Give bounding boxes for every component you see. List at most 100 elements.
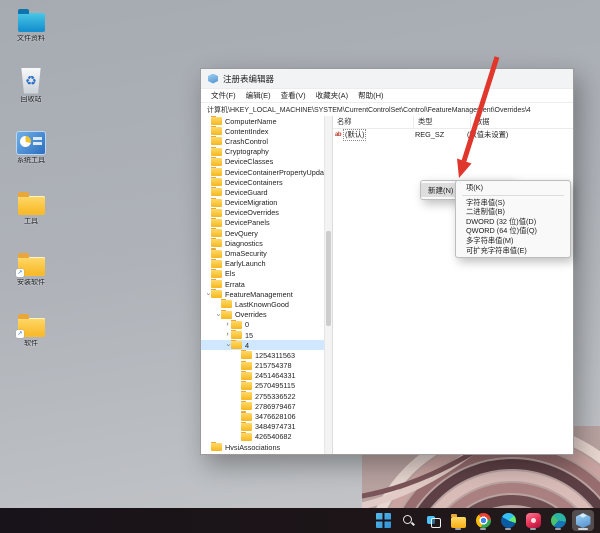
tree-node-DeviceClasses[interactable]: DeviceClasses [201, 157, 332, 167]
tree-node-Els[interactable]: Els [201, 269, 332, 279]
folder-icon [241, 423, 252, 431]
tree-node-label: Cryptography [225, 147, 269, 156]
folder-icon [211, 219, 222, 227]
tree-node-Overrides[interactable]: ›Overrides [201, 310, 332, 320]
tree-node-LastKnownGood[interactable]: LastKnownGood [201, 299, 332, 309]
tree-node-15[interactable]: ›15 [201, 330, 332, 340]
tree-node-DeviceMigration[interactable]: DeviceMigration [201, 198, 332, 208]
menubar-item-0[interactable]: 文件(F) [206, 89, 241, 102]
desktop-icon-tools-folder[interactable]: 工具 [4, 189, 58, 237]
submenu-item-2[interactable]: 二进制值(B) [456, 207, 570, 217]
window-titlebar[interactable]: 注册表编辑器 [201, 69, 573, 89]
tree-node-2786979467[interactable]: 2786979467 [201, 401, 332, 411]
desktop-icon-software-folder[interactable]: ↗安装软件 [4, 250, 58, 298]
submenu-item-5[interactable]: 多字符串值(M) [456, 236, 570, 246]
tree-scrollbar-thumb[interactable] [326, 231, 331, 326]
chevron-right-icon[interactable]: › [224, 320, 231, 330]
desktop-icons: 文件资料♻回收站系统工具工具↗安装软件↗软件 [4, 6, 58, 359]
desktop-icon-recycle-bin[interactable]: ♻回收站 [4, 67, 58, 115]
recycle-bin-icon: ♻ [20, 68, 42, 94]
tree-node-215754378[interactable]: 215754378 [201, 361, 332, 371]
value-name: (默认) [343, 129, 366, 141]
taskbar-file-explorer-button[interactable] [447, 510, 469, 531]
value-type: REG_SZ [411, 130, 463, 139]
desktop-icon-label: 工具 [24, 218, 38, 226]
submenu-item-6[interactable]: 可扩充字符串值(E) [456, 246, 570, 256]
tree-node-CrashControl[interactable]: CrashControl [201, 136, 332, 146]
value-row-default[interactable]: ab (默认) REG_SZ (数值未设置) [333, 129, 573, 140]
menubar-item-2[interactable]: 查看(V) [276, 89, 311, 102]
tree-node-DeviceContainerPropertyUpda[interactable]: DeviceContainerPropertyUpda [201, 167, 332, 177]
tree-node-Diagnostics[interactable]: Diagnostics [201, 238, 332, 248]
folder-icon [241, 392, 252, 400]
menubar-item-3[interactable]: 收藏夹(A) [311, 89, 354, 102]
desktop-icon-label: 系统工具 [17, 157, 45, 165]
folder-icon [211, 270, 222, 278]
address-bar[interactable]: 计算机\HKEY_LOCAL_MACHINE\SYSTEM\CurrentCon… [201, 103, 573, 117]
tree-node-label: 4 [245, 341, 249, 350]
submenu-item-0[interactable]: 项(K) [456, 183, 570, 193]
tree-node-Errata[interactable]: Errata [201, 279, 332, 289]
desktop-icon-misc-folder[interactable]: ↗软件 [4, 311, 58, 359]
column-header-2[interactable]: 数据 [471, 116, 573, 128]
tree-node-label: DevQuery [225, 229, 258, 238]
tree-node-label: ContentIndex [225, 127, 268, 136]
submenu-item-1[interactable]: 字符串值(S) [456, 198, 570, 208]
tree-node-DmaSecurity[interactable]: DmaSecurity [201, 248, 332, 258]
tree-node-DeviceGuard[interactable]: DeviceGuard [201, 187, 332, 197]
tree-node-2755336522[interactable]: 2755336522 [201, 391, 332, 401]
tree-node-ContentIndex[interactable]: ContentIndex [201, 126, 332, 136]
tree-node-DeviceContainers[interactable]: DeviceContainers [201, 177, 332, 187]
folder-icon [211, 280, 222, 288]
app-icon [16, 131, 46, 155]
registry-path: 计算机\HKEY_LOCAL_MACHINE\SYSTEM\CurrentCon… [207, 105, 531, 115]
tree-node-0[interactable]: ›0 [201, 320, 332, 330]
menubar-item-1[interactable]: 编辑(E) [241, 89, 276, 102]
folder-icon [241, 433, 252, 441]
tree-node-DevicePanels[interactable]: DevicePanels [201, 218, 332, 228]
misc-folder-icon: ↗ [16, 311, 46, 338]
taskbar-edge-button[interactable] [497, 510, 519, 531]
tools-folder-icon [16, 189, 46, 216]
submenu-item-3[interactable]: DWORD (32 位)值(D) [456, 217, 570, 227]
submenu-item-4[interactable]: QWORD (64 位)值(Q) [456, 226, 570, 236]
taskbar-app-teal-button[interactable] [547, 510, 569, 531]
chevron-right-icon[interactable]: › [224, 330, 231, 340]
folder-icon [211, 168, 222, 176]
folder-icon [231, 321, 242, 329]
tree-node-4[interactable]: ›4 [201, 340, 332, 350]
column-header-1[interactable]: 类型 [414, 116, 471, 128]
tree-node-2570495115[interactable]: 2570495115 [201, 381, 332, 391]
folder-icon [211, 209, 222, 217]
column-header-0[interactable]: 名称 [333, 116, 414, 128]
folder-icon [211, 443, 222, 451]
desktop-icon-teal-folder[interactable]: 文件资料 [4, 6, 58, 54]
registry-tree: ComputerNameContentIndexCrashControlCryp… [201, 116, 333, 454]
tree-node-1254311563[interactable]: 1254311563 [201, 350, 332, 360]
taskbar-search-button[interactable] [397, 510, 419, 531]
window-body: ComputerNameContentIndexCrashControlCryp… [201, 116, 573, 454]
tree-node-3476628106[interactable]: 3476628106 [201, 411, 332, 421]
tree-node-Cryptography[interactable]: Cryptography [201, 147, 332, 157]
tree-node-ComputerName[interactable]: ComputerName [201, 116, 332, 126]
tree-node-2451464331[interactable]: 2451464331 [201, 371, 332, 381]
taskbar-task-view-button[interactable] [422, 510, 444, 531]
registry-app-icon [208, 74, 218, 84]
desktop-icon-label: 安装软件 [17, 279, 45, 287]
tree-node-DeviceOverrides[interactable]: DeviceOverrides [201, 208, 332, 218]
taskbar-chrome-button[interactable] [472, 510, 494, 531]
tree-node-426540682[interactable]: 426540682 [201, 432, 332, 442]
tree-scrollbar[interactable] [324, 116, 332, 454]
taskbar-registry-editor-button[interactable] [572, 510, 594, 531]
desktop: 文件资料♻回收站系统工具工具↗安装软件↗软件 注册表编辑器 文件(F)编辑(E)… [0, 0, 600, 533]
tree-node-label: 2570495115 [255, 381, 295, 390]
desktop-icon-blue-app[interactable]: 系统工具 [4, 128, 58, 176]
taskbar-start-button[interactable] [372, 510, 394, 531]
tree-node-HvsiAssociations[interactable]: HvsiAssociations [201, 442, 332, 452]
tree-node-FeatureManagement[interactable]: ›FeatureManagement [201, 289, 332, 299]
taskbar-app-red-button[interactable] [522, 510, 544, 531]
tree-node-DevQuery[interactable]: DevQuery [201, 228, 332, 238]
tree-node-3484974731[interactable]: 3484974731 [201, 422, 332, 432]
menubar-item-4[interactable]: 帮助(H) [353, 89, 388, 102]
tree-node-EarlyLaunch[interactable]: EarlyLaunch [201, 259, 332, 269]
